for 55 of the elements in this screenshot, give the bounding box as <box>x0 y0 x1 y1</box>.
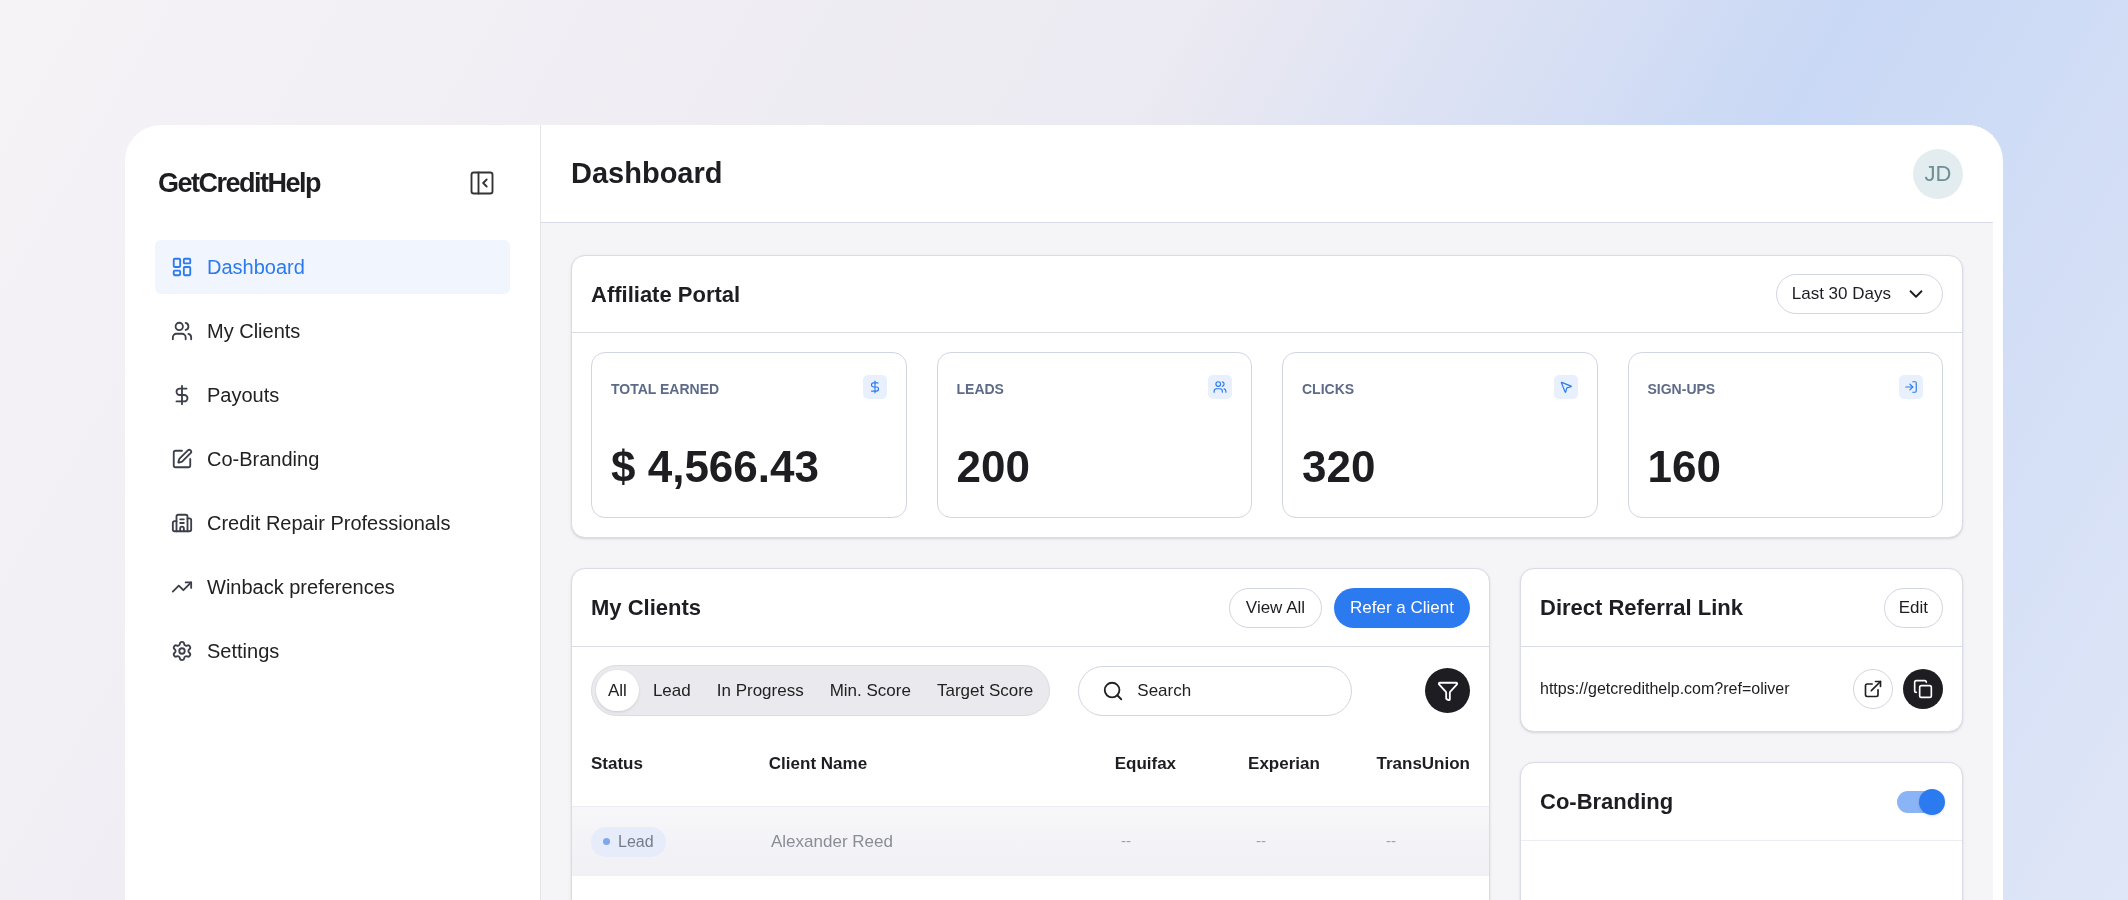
table-cell-text: Alexander Reed <box>771 830 894 853</box>
filter-tab[interactable]: Min. Score <box>817 670 923 711</box>
card-title: Co-Branding <box>1540 788 1674 816</box>
co-branding-toggle[interactable] <box>1897 790 1943 813</box>
filter-tab[interactable]: All <box>596 670 639 711</box>
card-title: Affiliate Portal <box>591 280 741 309</box>
copy-button[interactable] <box>1903 669 1943 709</box>
settings-icon <box>171 639 193 662</box>
copy-icon <box>1913 679 1933 699</box>
stat-label: LEADS <box>956 380 1004 399</box>
cursor-icon <box>1553 375 1578 399</box>
filter-icon <box>1436 679 1459 702</box>
dollar-icon <box>862 375 887 399</box>
logo: GetCreditHelp <box>158 167 321 200</box>
referral-url: https://getcredithelp.com?ref=oliver <box>1540 679 1790 699</box>
filter-tab[interactable]: Target Score <box>924 670 1046 711</box>
building-icon <box>171 511 193 534</box>
stat-label: TOTAL EARNED <box>611 380 720 399</box>
users-icon <box>1208 375 1232 399</box>
stat-value: $ 4,566.43 <box>611 441 820 493</box>
table-cell-text: -- <box>1386 831 1397 852</box>
column-header: Status <box>591 752 644 775</box>
filter-tab[interactable]: Lead <box>640 670 703 711</box>
search-icon <box>1102 679 1125 702</box>
pen-square-icon <box>171 447 193 470</box>
page-title: Dashboard <box>571 155 723 191</box>
card-title: My Clients <box>591 594 702 622</box>
stat-value: 200 <box>956 441 1031 493</box>
status-badge: Lead <box>591 826 666 857</box>
stat-label: SIGN-UPS <box>1647 380 1716 399</box>
filter-button[interactable] <box>1425 668 1470 713</box>
stat-label: CLICKS <box>1302 380 1355 399</box>
sign-in-icon <box>1899 375 1923 399</box>
nav-item[interactable]: Payouts <box>155 367 510 422</box>
nav-item[interactable]: Winback preferences <box>155 559 510 614</box>
table-cell-text: -- <box>1121 831 1132 852</box>
nav-item[interactable]: Dashboard <box>155 239 510 294</box>
users-icon <box>171 319 193 342</box>
refer-client-button[interactable]: Refer a Client <box>1334 587 1470 628</box>
dashboard-icon <box>171 255 193 278</box>
nav-item[interactable]: Co-Branding <box>155 431 510 486</box>
column-header: Experian <box>1248 752 1321 775</box>
stat-value: 320 <box>1302 441 1377 493</box>
column-header: TransUnion <box>1376 752 1470 775</box>
column-header: Equifax <box>1114 752 1178 775</box>
column-header: Client Name <box>768 752 869 775</box>
nav-item[interactable]: Credit Repair Professionals <box>155 495 510 550</box>
card-title: Direct Referral Link <box>1540 594 1743 622</box>
nav-item[interactable]: Settings <box>155 623 510 678</box>
filter-tab[interactable]: In Progress <box>704 670 816 711</box>
table-cell-text: -- <box>1256 831 1267 852</box>
external-link-icon <box>1863 679 1883 699</box>
stat-value: 160 <box>1647 441 1722 493</box>
search-field[interactable]: Search <box>1078 665 1353 716</box>
nav-item[interactable]: My Clients <box>155 303 510 358</box>
